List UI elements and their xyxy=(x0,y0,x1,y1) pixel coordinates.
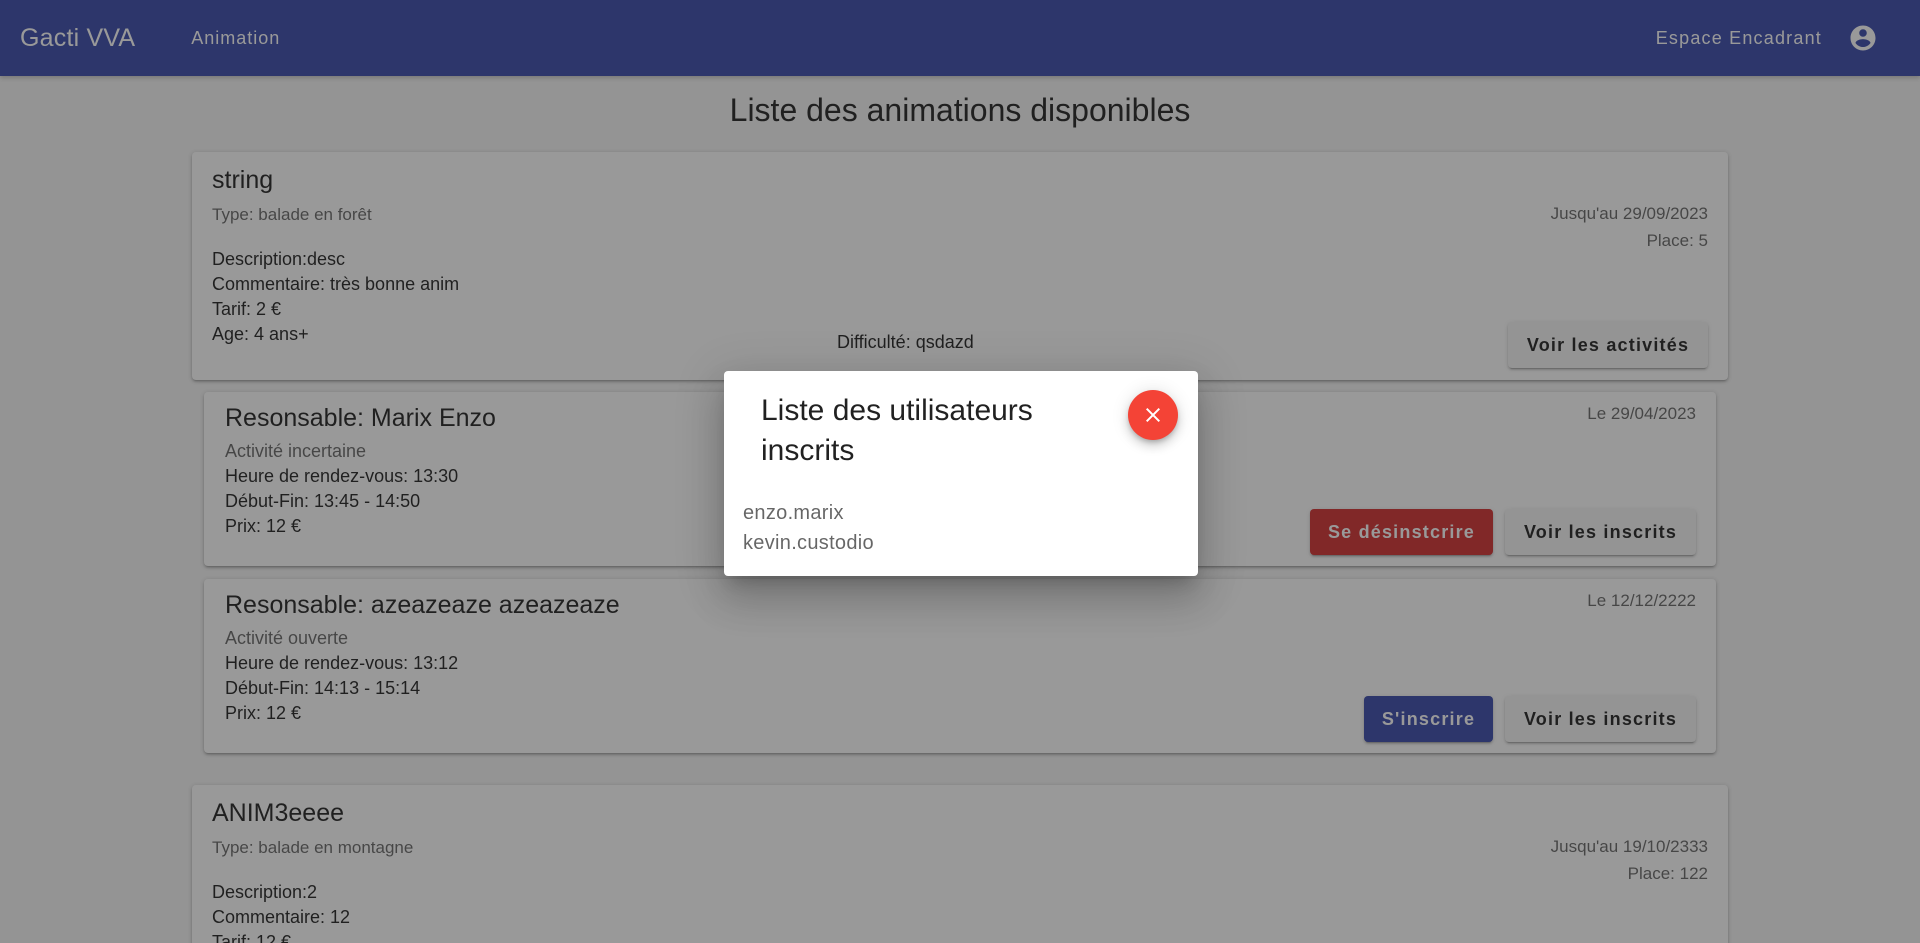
user-list: enzo.marix kevin.custodio xyxy=(743,498,874,558)
user-list-item: enzo.marix xyxy=(743,502,844,524)
registered-users-dialog: Liste des utilisateurs inscrits enzo.mar… xyxy=(724,371,1198,576)
close-dialog-button[interactable] xyxy=(1128,390,1178,440)
dialog-title: Liste des utilisateurs inscrits xyxy=(761,394,1033,467)
user-list-item: kevin.custodio xyxy=(743,532,874,554)
close-icon xyxy=(1146,408,1160,422)
